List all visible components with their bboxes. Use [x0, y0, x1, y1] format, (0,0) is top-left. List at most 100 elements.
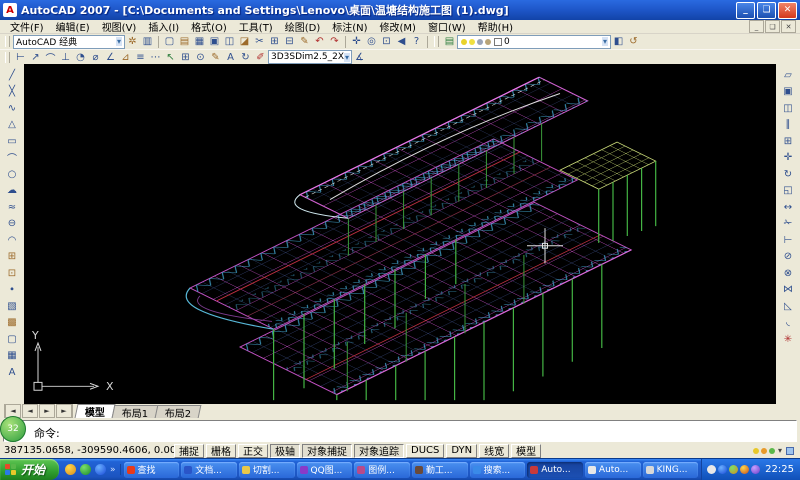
make-block-icon[interactable]: ⊡ [3, 265, 21, 282]
ordinate-dimension-icon[interactable]: ⊥ [58, 51, 73, 64]
ducs-toggle[interactable]: DUCS [406, 444, 444, 458]
paste-icon[interactable]: ⊟ [282, 35, 297, 48]
ellipse-arc-icon[interactable]: ◠ [3, 232, 21, 249]
layer-previous-icon[interactable]: ↺ [626, 35, 641, 48]
construction-line-icon[interactable]: ╳ [3, 84, 21, 101]
grid-toggle[interactable]: 栅格 [206, 444, 236, 458]
break-at-point-icon[interactable]: ⊘ [779, 249, 797, 266]
cut-icon[interactable]: ✂ [252, 35, 267, 48]
pan-icon[interactable]: ✛ [349, 35, 364, 48]
menu-format[interactable]: 格式(O) [185, 19, 233, 34]
menu-help[interactable]: 帮助(H) [472, 19, 519, 34]
menu-insert[interactable]: 插入(I) [142, 19, 185, 34]
tab-model[interactable]: 模型 [75, 404, 116, 418]
layer-properties-icon[interactable]: ▤ [442, 35, 457, 48]
model-space-toggle[interactable]: 模型 [511, 444, 541, 458]
tray-msn-icon[interactable] [718, 465, 727, 474]
help-icon[interactable]: ? [409, 35, 424, 48]
update-icon[interactable] [769, 448, 775, 454]
spline-icon[interactable]: ≈ [3, 199, 21, 216]
mdi-restore-button[interactable]: ❏ [765, 20, 780, 33]
circle-icon[interactable]: ○ [3, 166, 21, 183]
dimension-edit-icon[interactable]: ✎ [208, 51, 223, 64]
angular-dimension-icon[interactable]: ∠ [103, 51, 118, 64]
trim-icon[interactable]: ✁ [779, 216, 797, 233]
undo-icon[interactable]: ↶ [312, 35, 327, 48]
multiline-text-icon[interactable]: A [3, 364, 21, 381]
polyline-icon[interactable]: ∿ [3, 100, 21, 117]
menu-edit[interactable]: 编辑(E) [50, 19, 96, 34]
task-king[interactable]: KING... [643, 462, 699, 478]
offset-icon[interactable]: ∥ [779, 117, 797, 134]
tray-arrow-icon[interactable]: ▾ [778, 446, 782, 455]
stretch-icon[interactable]: ↔ [779, 199, 797, 216]
coordinate-readout[interactable]: 387135.0658, -309590.4606, 0.0000 [4, 445, 174, 456]
zoom-previous-icon[interactable]: ◀ [394, 35, 409, 48]
lineweight-toggle[interactable]: 线宽 [479, 444, 509, 458]
toolbar-grip[interactable] [434, 36, 439, 47]
rotate-icon[interactable]: ↻ [779, 166, 797, 183]
new-file-icon[interactable]: ▢ [162, 35, 177, 48]
tab-layout1[interactable]: 布局1 [112, 405, 159, 418]
linear-dimension-icon[interactable]: ⊢ [13, 51, 28, 64]
snap-toggle[interactable]: 捕捉 [174, 444, 204, 458]
task-qq-image[interactable]: QQ图... [297, 462, 353, 478]
plot-icon[interactable]: ▣ [207, 35, 222, 48]
line-icon[interactable]: ╱ [3, 67, 21, 84]
tab-nav-prev[interactable]: ◄ [22, 404, 38, 418]
publish-icon[interactable]: ◪ [237, 35, 252, 48]
quick-leader-icon[interactable]: ↖ [163, 51, 178, 64]
layer-color-swatch[interactable] [494, 38, 502, 46]
open-file-icon[interactable]: ▤ [177, 35, 192, 48]
explode-icon[interactable]: ✳ [779, 331, 797, 348]
clean-screen-icon[interactable] [786, 447, 794, 455]
layer-plot-icon[interactable] [485, 39, 491, 45]
rectangle-icon[interactable]: ▭ [3, 133, 21, 150]
dim-angular-extra-icon[interactable]: ∡ [352, 51, 367, 64]
region-icon[interactable]: ▢ [3, 331, 21, 348]
extend-icon[interactable]: ⊢ [779, 232, 797, 249]
tab-layout2[interactable]: 布局2 [155, 405, 202, 418]
chevron-down-icon[interactable]: ▾ [602, 37, 608, 46]
workspace-settings-icon[interactable]: ✲ [125, 35, 140, 48]
layer-combobox[interactable]: 0 ▾ [457, 35, 611, 49]
arc-icon[interactable]: ⌒ [3, 150, 21, 167]
task-qingong[interactable]: 勤工... [412, 462, 468, 478]
command-input[interactable]: 命令: [3, 420, 797, 442]
tab-nav-last[interactable]: ► [56, 404, 73, 418]
mirror-icon[interactable]: ◫ [779, 100, 797, 117]
otrack-toggle[interactable]: 对象追踪 [354, 444, 404, 458]
tray-qq-icon[interactable] [740, 465, 749, 474]
chamfer-icon[interactable]: ◺ [779, 298, 797, 315]
communication-center-icon[interactable] [753, 448, 759, 454]
zoom-realtime-icon[interactable]: ◎ [364, 35, 379, 48]
continue-dimension-icon[interactable]: ⋯ [148, 51, 163, 64]
menu-draw[interactable]: 绘图(D) [279, 19, 327, 34]
aligned-dimension-icon[interactable]: ↗ [28, 51, 43, 64]
task-folder[interactable]: 切割... [239, 462, 295, 478]
diameter-dimension-icon[interactable]: ⌀ [88, 51, 103, 64]
hatch-icon[interactable]: ▧ [3, 298, 21, 315]
gradient-icon[interactable]: ▩ [3, 315, 21, 332]
quick-launch-icon-2[interactable] [80, 464, 91, 475]
tray-icon-2[interactable] [729, 465, 738, 474]
scale-icon[interactable]: ◱ [779, 183, 797, 200]
ellipse-icon[interactable]: ⊖ [3, 216, 21, 233]
layer-freeze-sun-icon[interactable] [469, 39, 475, 45]
drawing-canvas[interactable]: Y X [24, 64, 776, 404]
menu-modify[interactable]: 修改(M) [374, 19, 422, 34]
workspace-combobox[interactable]: AutoCAD 经典 ▾ [13, 35, 125, 49]
dimension-style-icon[interactable]: ✐ [253, 51, 268, 64]
minimize-button[interactable]: _ [736, 2, 755, 19]
ortho-toggle[interactable]: 正交 [238, 444, 268, 458]
redo-icon[interactable]: ↷ [327, 35, 342, 48]
menu-window[interactable]: 窗口(W) [422, 19, 472, 34]
point-icon[interactable]: ∙ [3, 282, 21, 299]
menu-view[interactable]: 视图(V) [96, 19, 143, 34]
polar-toggle[interactable]: 极轴 [270, 444, 300, 458]
tray-icon-3[interactable] [751, 465, 760, 474]
clock[interactable]: 22:25 [765, 464, 794, 475]
mdi-minimize-button[interactable]: _ [749, 20, 764, 33]
arc-length-icon[interactable]: ⌒ [43, 51, 58, 64]
zoom-window-icon[interactable]: ⊡ [379, 35, 394, 48]
